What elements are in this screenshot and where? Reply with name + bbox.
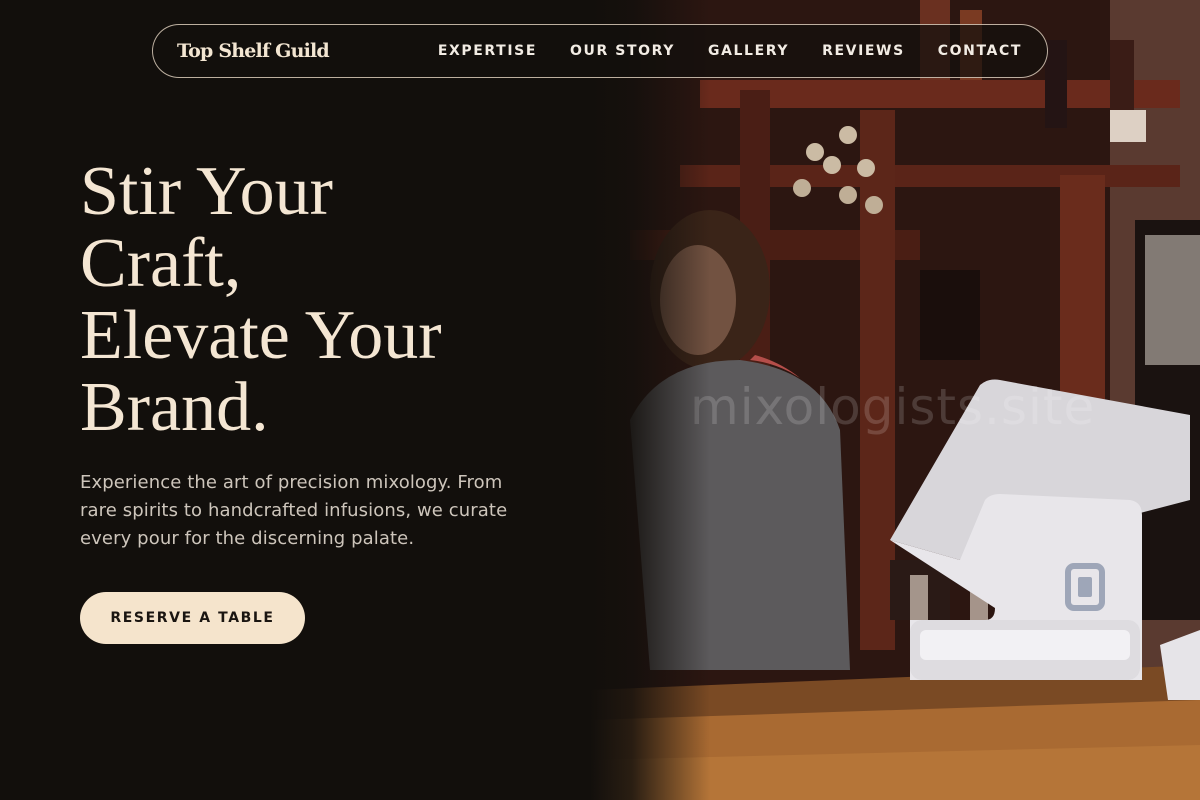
hero-subtitle: Experience the art of precision mixology… [80, 472, 508, 549]
nav-link-expertise[interactable]: EXPERTISE [438, 43, 537, 59]
nav-link-gallery[interactable]: GALLERY [708, 43, 789, 59]
hero-heading: Stir Your Craft, Elevate Your Brand. [80, 156, 600, 444]
watermark-text: mixologists.site [690, 378, 1096, 436]
hero-heading-line-1: Stir Your [80, 153, 333, 230]
nav-link-reviews[interactable]: REVIEWS [822, 43, 905, 59]
reserve-table-button[interactable]: RESERVE A TABLE [80, 592, 305, 644]
nav-link-our-story[interactable]: OUR STORY [570, 43, 675, 59]
hero-heading-line-3: Elevate Your [80, 297, 442, 374]
hero-heading-line-4: Brand. [80, 369, 269, 446]
hero-image: mixologists.site [590, 0, 1200, 800]
top-navigation: Top Shelf Guild EXPERTISE OUR STORY GALL… [152, 24, 1048, 78]
nav-link-contact[interactable]: CONTACT [938, 43, 1022, 59]
nav-links: EXPERTISE OUR STORY GALLERY REVIEWS CONT… [405, 43, 1022, 59]
brand-logo[interactable]: Top Shelf Guild [177, 40, 330, 62]
hero-heading-line-2: Craft, [80, 225, 242, 302]
